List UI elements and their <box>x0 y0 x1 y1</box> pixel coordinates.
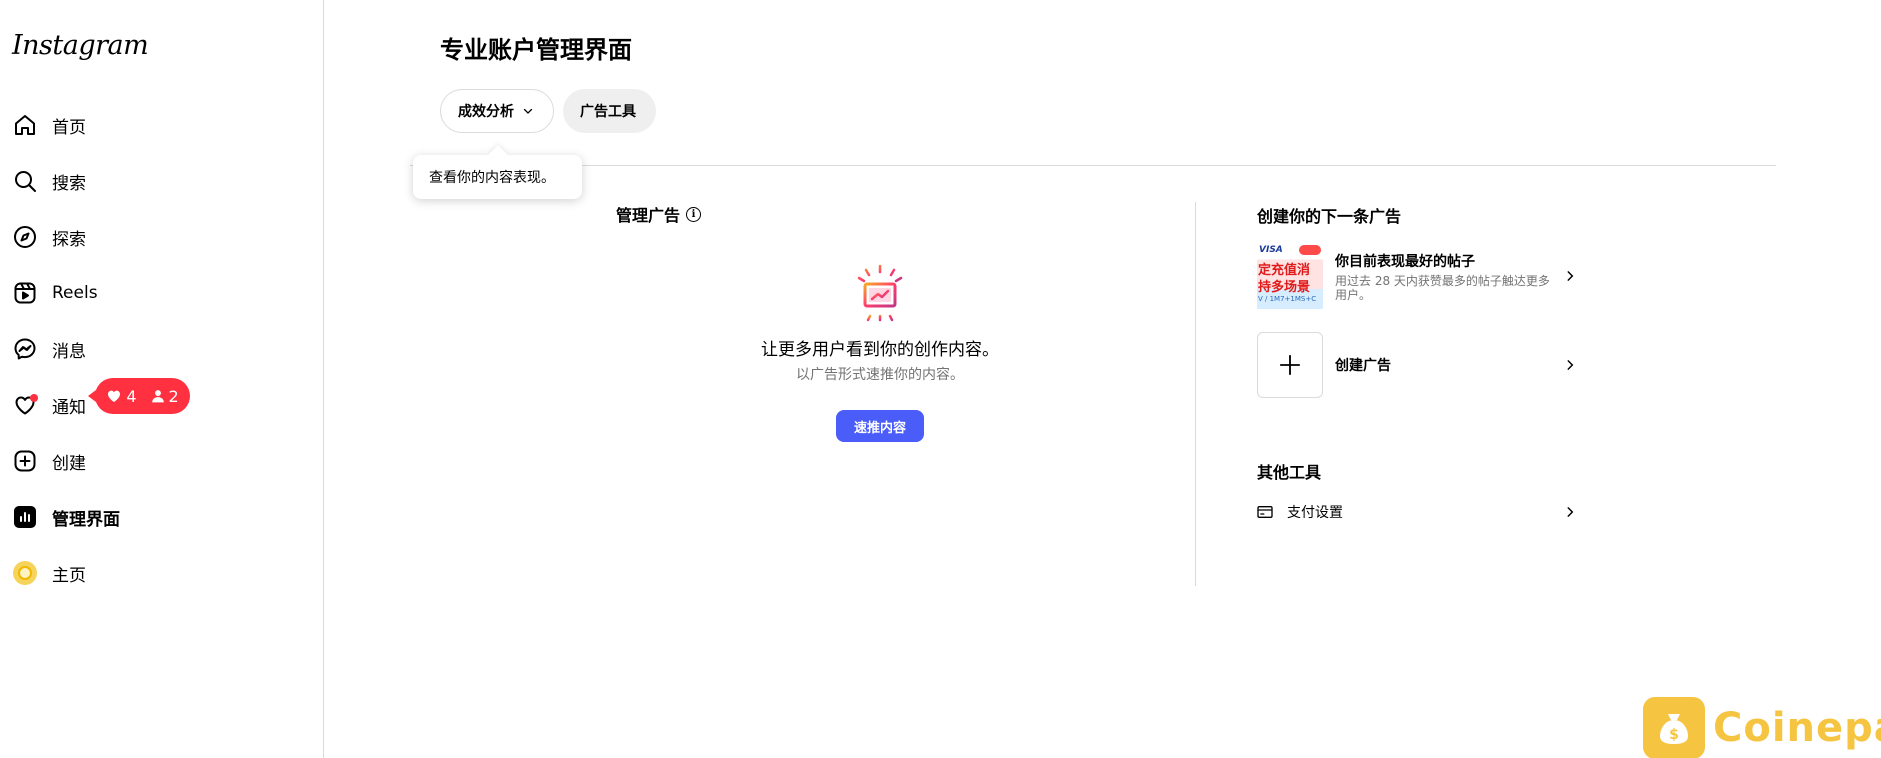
nav-item-create[interactable]: 创建 <box>0 437 300 485</box>
create-ad-label: 创建广告 <box>1335 358 1391 374</box>
svg-text:$: $ <box>1669 727 1679 743</box>
card-logo <box>1299 245 1321 255</box>
laptop-growth-icon <box>850 264 910 324</box>
instagram-logo[interactable]: Instagram <box>12 30 149 61</box>
manage-ads-heading: 管理广告 i <box>616 202 702 226</box>
home-icon <box>12 112 38 138</box>
heart-icon <box>12 392 38 418</box>
top-post-row[interactable]: VISA 定充值消 持多场景 V / 1M7+1MS+C 你目前表现最好的帖子 … <box>1257 243 1587 309</box>
nav-label: 主页 <box>52 565 86 586</box>
compass-icon <box>12 224 38 250</box>
tab-label: 广告工具 <box>580 104 636 120</box>
plus-square-icon <box>12 448 38 474</box>
watermark-text: Coinepay <box>1713 705 1881 751</box>
heart-filled-icon <box>108 390 121 402</box>
nav-label: 通知 <box>52 397 86 418</box>
payment-settings-label: 支付设置 <box>1287 505 1343 521</box>
reels-icon <box>12 280 38 306</box>
page-title: 专业账户管理界面 <box>440 36 632 64</box>
money-bag-icon: $ <box>1643 697 1705 758</box>
create-ad-row[interactable]: 创建广告 <box>1257 332 1587 398</box>
avatar <box>13 561 37 585</box>
nav-label: 创建 <box>52 453 86 474</box>
top-post-description: 用过去 28 天内获赞最多的帖子触达更多用户。 <box>1335 273 1550 302</box>
top-post-title: 你目前表现最好的帖子 <box>1335 253 1475 270</box>
nav-label: 首页 <box>52 117 86 138</box>
dashboard-icon <box>12 504 38 530</box>
column-divider <box>1195 202 1196 586</box>
thumb-text: V / 1M7+1MS+C <box>1258 295 1317 303</box>
nav-item-reels[interactable]: Reels <box>0 269 300 317</box>
person-icon <box>151 390 164 403</box>
likes-count: 4 <box>126 386 137 406</box>
tab-ad-tools[interactable]: 广告工具 <box>563 89 656 133</box>
nav-item-explore[interactable]: 探索 <box>0 213 300 261</box>
nav-label: 探索 <box>52 229 86 250</box>
payment-settings-row[interactable]: 支付设置 <box>1257 499 1587 525</box>
chevron-right-icon <box>1567 507 1574 517</box>
thumb-text: 持多场景 <box>1258 280 1311 295</box>
nav-item-search[interactable]: 搜索 <box>0 157 300 205</box>
plus-icon <box>1257 332 1323 398</box>
top-post-thumbnail: VISA 定充值消 持多场景 V / 1M7+1MS+C <box>1257 243 1323 309</box>
notification-dot <box>30 394 38 402</box>
nav-item-profile[interactable]: 主页 <box>0 549 300 597</box>
tooltip-text: 查看你的内容表现。 <box>429 170 555 186</box>
info-icon[interactable]: i <box>686 206 702 222</box>
search-icon <box>12 168 38 194</box>
card-icon <box>1257 506 1273 518</box>
nav-label: Reels <box>52 283 98 303</box>
empty-state-subtitle: 以广告形式速推你的内容。 <box>796 367 964 383</box>
followers-count: 2 <box>168 386 179 406</box>
notification-bubble[interactable]: 4 2 <box>88 378 190 414</box>
tab-performance[interactable]: 成效分析 <box>440 89 554 133</box>
section-title: 管理广告 <box>616 206 681 225</box>
nav-item-messages[interactable]: 消息 <box>0 325 300 373</box>
coinepay-watermark: $ Coinepay <box>1643 697 1881 758</box>
other-tools-heading: 其他工具 <box>1257 463 1322 482</box>
empty-state-title: 让更多用户看到你的创作内容。 <box>761 340 999 360</box>
chevron-right-icon <box>1567 360 1574 370</box>
nav-label: 管理界面 <box>52 509 120 530</box>
thumb-text: VISA <box>1259 245 1283 255</box>
create-next-ad-heading: 创建你的下一条广告 <box>1257 207 1402 226</box>
tooltip: 查看你的内容表现。 <box>413 155 582 199</box>
boost-content-button[interactable]: 速推内容 <box>836 410 924 442</box>
tab-label: 成效分析 <box>458 104 514 120</box>
messenger-icon <box>12 336 38 362</box>
nav-label: 消息 <box>52 341 86 362</box>
divider <box>410 165 1776 166</box>
chevron-right-icon <box>1567 271 1574 281</box>
nav-item-home[interactable]: 首页 <box>0 101 300 149</box>
nav-label: 搜索 <box>52 173 86 194</box>
chevron-down-icon <box>523 108 533 114</box>
nav-item-dashboard[interactable]: 管理界面 <box>0 493 300 541</box>
